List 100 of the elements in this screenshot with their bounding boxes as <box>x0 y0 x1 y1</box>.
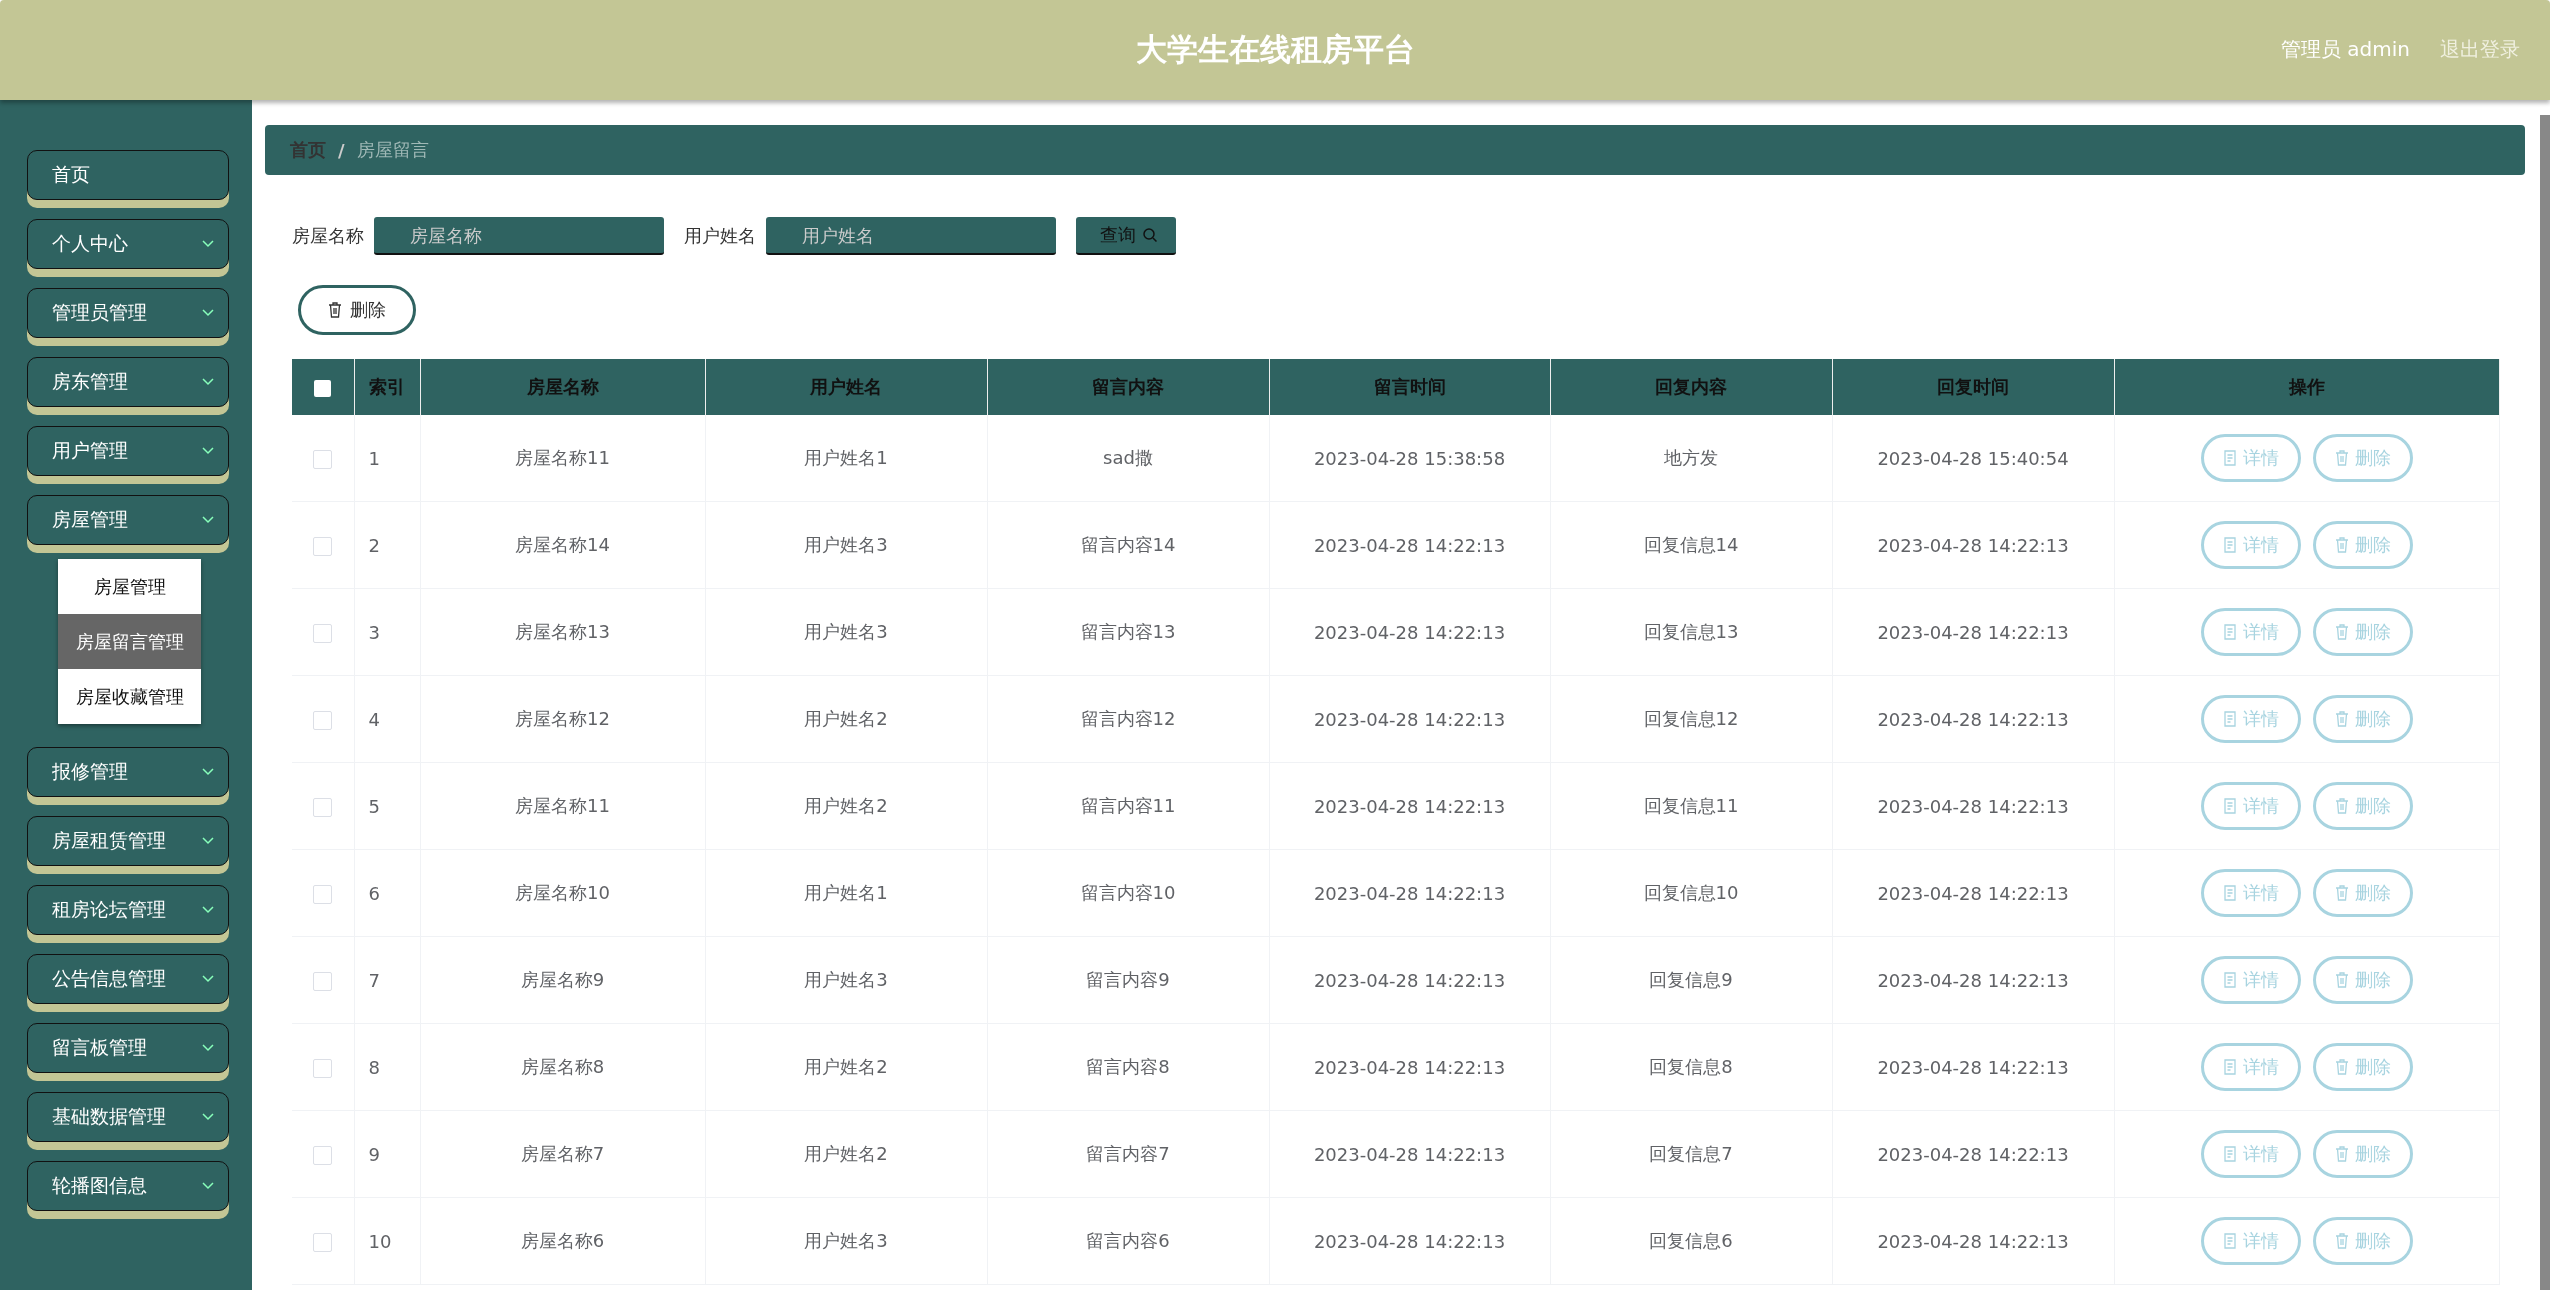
document-icon <box>2222 972 2237 988</box>
row-checkbox[interactable] <box>313 449 333 469</box>
trash-icon <box>328 302 342 318</box>
table-cell: 5 <box>354 762 420 850</box>
document-icon <box>2222 711 2237 727</box>
table-cell: 用户姓名3 <box>705 1197 987 1285</box>
row-checkbox[interactable] <box>313 884 333 904</box>
table-cell: 留言内容10 <box>987 849 1269 937</box>
row-checkbox[interactable] <box>313 797 333 817</box>
trash-icon <box>2334 537 2349 553</box>
row-checkbox[interactable] <box>313 623 333 643</box>
table-cell: 2023-04-28 14:22:13 <box>1269 588 1550 676</box>
table-cell: 2023-04-28 14:22:13 <box>1269 1110 1550 1198</box>
table-cell: 回复信息9 <box>1550 936 1832 1024</box>
table-cell: 用户姓名3 <box>705 936 987 1024</box>
table-cell: 回复信息7 <box>1550 1110 1832 1198</box>
row-delete-button[interactable]: 删除 <box>2312 434 2413 482</box>
table-cell: 9 <box>354 1110 420 1198</box>
query-button[interactable]: 查询 <box>1076 217 1176 255</box>
select-all-checkbox[interactable] <box>314 380 332 397</box>
row-delete-button[interactable]: 删除 <box>2312 956 2413 1004</box>
breadcrumb-separator: / <box>338 139 345 161</box>
table-cell: 2023-04-28 14:22:13 <box>1832 936 2114 1024</box>
row-checkbox[interactable] <box>313 1058 333 1078</box>
detail-button[interactable]: 详情 <box>2200 956 2301 1004</box>
table-cell: 房屋名称12 <box>420 675 705 763</box>
table-cell: 6 <box>354 849 420 937</box>
detail-button[interactable]: 详情 <box>2200 869 2301 917</box>
chevron-icon <box>202 1113 214 1121</box>
table-cell: 7 <box>354 936 420 1024</box>
logout-link[interactable]: 退出登录 <box>2440 36 2520 63</box>
scrollbar[interactable] <box>2540 115 2550 1290</box>
table-cell: 2023-04-28 14:22:13 <box>1832 1023 2114 1111</box>
table-cell: 房屋名称6 <box>420 1197 705 1285</box>
trash-icon <box>2334 798 2349 814</box>
chevron-icon <box>202 1044 214 1052</box>
column-header: 操作 <box>2114 359 2499 415</box>
table-cell: 2023-04-28 14:22:13 <box>1832 1197 2114 1285</box>
trash-icon <box>2334 711 2349 727</box>
submenu-item[interactable]: 房屋管理 <box>58 559 201 614</box>
detail-button[interactable]: 详情 <box>2200 1130 2301 1178</box>
table-cell: 房屋名称8 <box>420 1023 705 1111</box>
submenu-item[interactable]: 房屋留言管理 <box>58 614 201 669</box>
column-header: 回复内容 <box>1550 359 1832 415</box>
table-cell: 房屋名称10 <box>420 849 705 937</box>
table-cell: 2023-04-28 15:40:54 <box>1832 415 2114 502</box>
chevron-icon <box>202 309 214 317</box>
table-cell: 留言内容12 <box>987 675 1269 763</box>
detail-button[interactable]: 详情 <box>2200 1217 2301 1265</box>
delete-button[interactable]: 删除 <box>298 285 416 335</box>
table-cell: 4 <box>354 675 420 763</box>
table-cell: 回复信息11 <box>1550 762 1832 850</box>
table-cell: 8 <box>354 1023 420 1111</box>
column-header: 回复时间 <box>1832 359 2114 415</box>
table-cell: 房屋名称11 <box>420 415 705 502</box>
table-cell: 2023-04-28 14:22:13 <box>1832 849 2114 937</box>
document-icon <box>2222 885 2237 901</box>
row-checkbox[interactable] <box>313 1232 333 1252</box>
table-cell: 房屋名称13 <box>420 588 705 676</box>
table-cell: 2023-04-28 14:22:13 <box>1269 849 1550 937</box>
table-cell: 用户姓名1 <box>705 415 987 502</box>
table-cell: 用户姓名3 <box>705 501 987 589</box>
table-cell: 用户姓名1 <box>705 849 987 937</box>
detail-button[interactable]: 详情 <box>2200 608 2301 656</box>
table-cell: 用户姓名2 <box>705 1110 987 1198</box>
row-delete-button[interactable]: 删除 <box>2312 608 2413 656</box>
table-cell: 10 <box>354 1197 420 1285</box>
table-cell: 回复信息12 <box>1550 675 1832 763</box>
search-field[interactable]: 房屋名称 <box>374 217 664 255</box>
submenu-item[interactable]: 房屋收藏管理 <box>58 669 201 724</box>
row-delete-button[interactable]: 删除 <box>2312 782 2413 830</box>
detail-button[interactable]: 详情 <box>2200 434 2301 482</box>
table-cell: 2023-04-28 14:22:13 <box>1832 1110 2114 1198</box>
user-label: 管理员 admin <box>2280 36 2410 63</box>
row-delete-button[interactable]: 删除 <box>2312 1130 2413 1178</box>
row-checkbox[interactable] <box>313 1145 333 1165</box>
table-cell: 2023-04-28 14:22:13 <box>1269 762 1550 850</box>
detail-button[interactable]: 详情 <box>2200 695 2301 743</box>
table-cell: 房屋名称11 <box>420 762 705 850</box>
table-cell: 用户姓名2 <box>705 762 987 850</box>
search-field[interactable]: 用户姓名 <box>766 217 1056 255</box>
detail-button[interactable]: 详情 <box>2200 1043 2301 1091</box>
row-delete-button[interactable]: 删除 <box>2312 1217 2413 1265</box>
table-cell: 3 <box>354 588 420 676</box>
row-delete-button[interactable]: 删除 <box>2312 1043 2413 1091</box>
row-checkbox[interactable] <box>313 536 333 556</box>
detail-button[interactable]: 详情 <box>2200 782 2301 830</box>
column-header: 留言内容 <box>987 359 1269 415</box>
row-checkbox[interactable] <box>313 971 333 991</box>
row-delete-button[interactable]: 删除 <box>2312 695 2413 743</box>
table-cell: 2023-04-28 14:22:13 <box>1269 1023 1550 1111</box>
row-checkbox[interactable] <box>313 710 333 730</box>
search-icon <box>1142 227 1158 243</box>
row-delete-button[interactable]: 删除 <box>2312 869 2413 917</box>
chevron-icon <box>202 975 214 983</box>
app-title: 大学生在线租房平台 <box>1135 30 1415 69</box>
trash-icon <box>2334 1146 2349 1162</box>
row-delete-button[interactable]: 删除 <box>2312 521 2413 569</box>
column-header: 用户姓名 <box>705 359 987 415</box>
detail-button[interactable]: 详情 <box>2200 521 2301 569</box>
